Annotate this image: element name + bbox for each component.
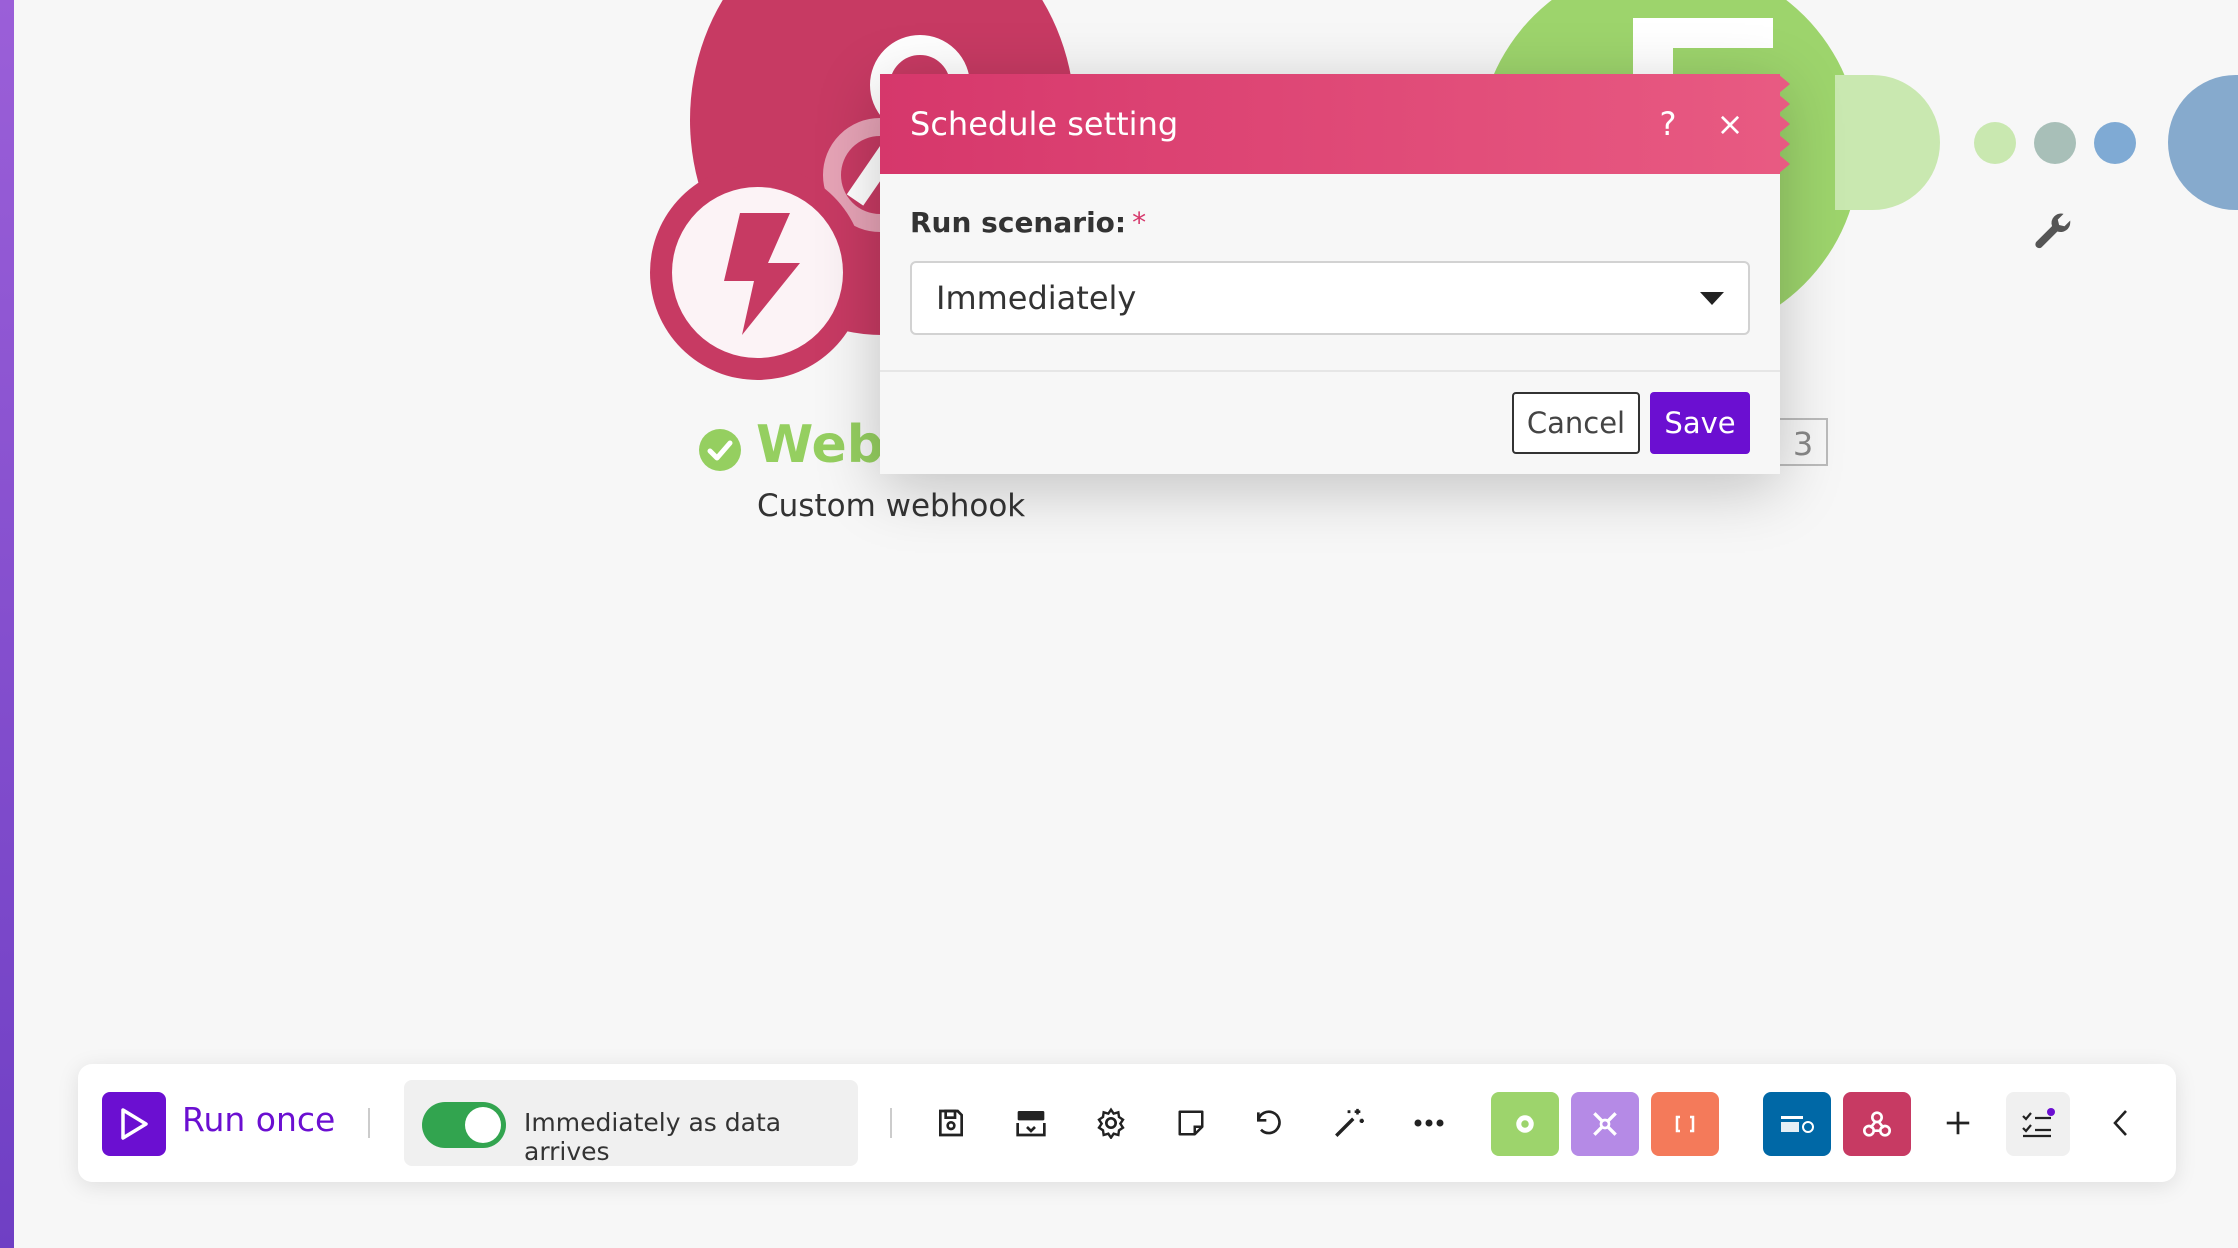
scheduling-toggle[interactable] — [422, 1102, 506, 1148]
run-once-label[interactable]: Run once — [182, 1100, 335, 1139]
blue-module-partial[interactable] — [2168, 75, 2238, 210]
connector-dot — [1974, 122, 2016, 164]
magic-wand-icon — [1335, 1108, 1364, 1137]
run-scenario-label: Run scenario: * — [910, 206, 1147, 239]
text-parser-button[interactable] — [1651, 1092, 1719, 1156]
help-button[interactable]: ? — [1648, 104, 1688, 144]
flow-control-button[interactable] — [1571, 1092, 1639, 1156]
dialog-body: Run scenario: * Immediately — [880, 174, 1780, 370]
schedule-control[interactable]: Immediately as data arrives — [404, 1080, 858, 1166]
header-notch — [1778, 74, 1790, 174]
chevron-down-icon — [1700, 291, 1724, 305]
run-scenario-select[interactable]: Immediately — [910, 261, 1750, 335]
connector-dot — [2034, 122, 2076, 164]
plus-icon — [1946, 1111, 1970, 1135]
settings-button[interactable] — [1088, 1100, 1134, 1146]
required-marker: * — [1132, 206, 1147, 239]
close-button[interactable]: × — [1710, 104, 1750, 144]
module-subtitle: Custom webhook — [757, 488, 1026, 524]
undo-button[interactable] — [1246, 1100, 1292, 1146]
ellipsis-icon — [1414, 1119, 1444, 1127]
dialog-header: Schedule setting ? × — [880, 74, 1790, 174]
save-button[interactable]: Save — [1650, 392, 1750, 454]
tools-gear-icon — [1516, 1115, 1534, 1133]
left-edge-strip — [0, 0, 14, 1248]
webhook-icon — [1863, 1111, 1891, 1137]
toolbar-divider — [890, 1108, 892, 1138]
floppy-icon — [939, 1109, 963, 1137]
success-check-icon — [699, 429, 741, 471]
note-icon — [1178, 1110, 1204, 1136]
tools-app-button[interactable] — [1491, 1092, 1559, 1156]
add-module-button[interactable] — [1935, 1100, 1981, 1146]
run-scenario-value: Immediately — [936, 279, 1137, 317]
auto-align-button[interactable] — [1326, 1100, 1372, 1146]
gear-icon — [1097, 1107, 1125, 1139]
bitrix24-button[interactable] — [1763, 1092, 1831, 1156]
webhooks-button[interactable] — [1843, 1092, 1911, 1156]
lightning-icon — [724, 213, 800, 335]
undo-icon — [1257, 1110, 1281, 1135]
brackets-icon — [1675, 1115, 1695, 1133]
bitrix24-icon — [1781, 1116, 1814, 1133]
module-id-badge: 3 — [1778, 418, 1828, 466]
collapse-toolbar-button[interactable] — [2098, 1100, 2144, 1146]
more-options-button[interactable] — [1406, 1100, 1452, 1146]
save-icon-button[interactable] — [928, 1100, 974, 1146]
schedule-setting-dialog: Schedule setting ? × Run scenario: * Imme… — [880, 74, 1790, 474]
green-module-partial — [1835, 75, 1940, 210]
chevron-left-icon — [2113, 1110, 2127, 1136]
toolbar-divider — [368, 1108, 370, 1138]
wrench-icon[interactable] — [2030, 210, 2076, 256]
scenario-checklist-button[interactable] — [2006, 1092, 2070, 1156]
import-export-icon — [1016, 1111, 1046, 1137]
cancel-button[interactable]: Cancel — [1512, 392, 1640, 454]
instant-trigger-badge — [650, 165, 865, 380]
notes-button[interactable] — [1168, 1100, 1214, 1146]
play-icon — [121, 1108, 148, 1140]
checklist-icon — [2022, 1108, 2055, 1138]
flow-control-icon — [1593, 1112, 1617, 1136]
connector-dot — [2094, 122, 2136, 164]
run-once-button[interactable] — [102, 1092, 166, 1156]
blueprint-button[interactable] — [1008, 1100, 1054, 1146]
bottom-toolbar: Run once Immediately as data arrives — [78, 1064, 2176, 1182]
schedule-label[interactable]: Immediately as data arrives — [524, 1108, 858, 1166]
dialog-footer: Cancel Save — [880, 370, 1780, 474]
dialog-title: Schedule setting — [910, 105, 1179, 143]
